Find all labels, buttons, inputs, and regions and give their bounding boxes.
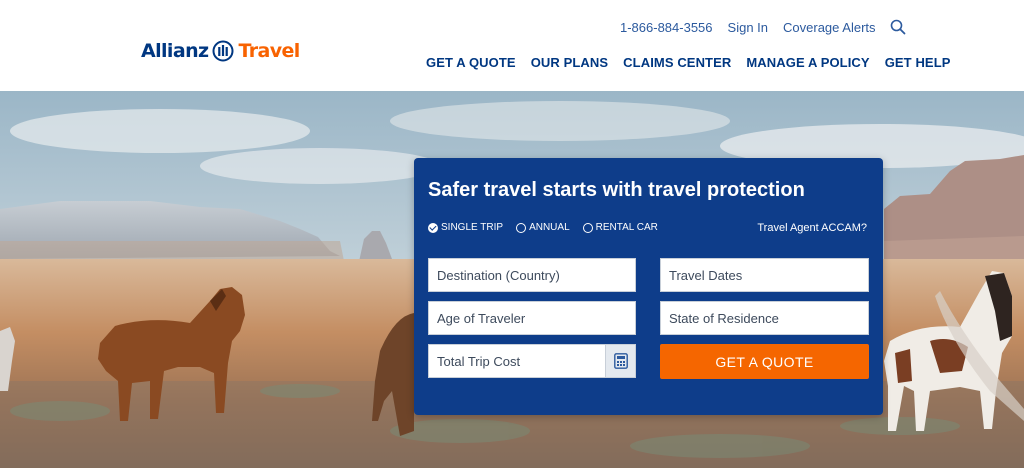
coverage-alerts-link[interactable]: Coverage Alerts [783,20,876,35]
allianz-eagle-icon [212,40,234,62]
quote-panel: Safer travel starts with travel protecti… [414,158,883,415]
trip-type-single-trip[interactable]: SINGLE TRIP [428,222,503,233]
state-of-residence-input[interactable]: State of Residence [660,301,869,335]
site-header: Allianz Travel 1-866-884-3556 Sign In Co… [0,0,1024,91]
phone-link[interactable]: 1-866-884-3556 [620,20,713,35]
radio-icon [516,222,527,233]
search-icon[interactable] [890,19,906,35]
trip-type-label: RENTAL CAR [595,222,658,233]
get-a-quote-button[interactable]: GET A QUOTE [660,344,869,379]
nav-claims-center[interactable]: CLAIMS CENTER [623,55,731,70]
trip-type-rental-car[interactable]: RENTAL CAR [582,222,658,233]
travel-dates-input[interactable]: Travel Dates [660,258,869,292]
trip-type-options: SINGLE TRIP ANNUAL RENTAL CAR [428,222,671,233]
age-of-traveler-input[interactable]: Age of Traveler [428,301,636,335]
trip-type-label: SINGLE TRIP [441,222,504,233]
nav-get-help[interactable]: GET HELP [885,55,951,70]
nav-our-plans[interactable]: OUR PLANS [531,55,608,70]
calculator-button[interactable] [605,345,635,377]
calculator-icon [613,353,628,369]
sign-in-link[interactable]: Sign In [728,20,768,35]
total-trip-cost-placeholder: Total Trip Cost [437,353,521,369]
logo-travel-text: Travel [238,40,300,62]
checked-radio-icon [428,222,438,233]
quote-panel-title: Safer travel starts with travel protecti… [428,179,805,201]
nav-get-a-quote[interactable]: GET A QUOTE [426,55,516,70]
radio-icon [582,222,593,233]
utility-nav: 1-866-884-3556 Sign In Coverage Alerts [620,19,906,35]
logo-allianz-text: Allianz [141,40,209,62]
trip-type-label: ANNUAL [529,222,570,233]
total-trip-cost-input[interactable]: Total Trip Cost [428,344,636,378]
nav-manage-a-policy[interactable]: MANAGE A POLICY [746,55,869,70]
trip-type-annual[interactable]: ANNUAL [516,222,570,233]
travel-agent-link[interactable]: Travel Agent ACCAM? [757,222,867,234]
allianz-travel-logo[interactable]: Allianz Travel [141,40,300,62]
destination-input[interactable]: Destination (Country) [428,258,636,292]
main-nav: GET A QUOTE OUR PLANS CLAIMS CENTER MANA… [426,55,951,70]
